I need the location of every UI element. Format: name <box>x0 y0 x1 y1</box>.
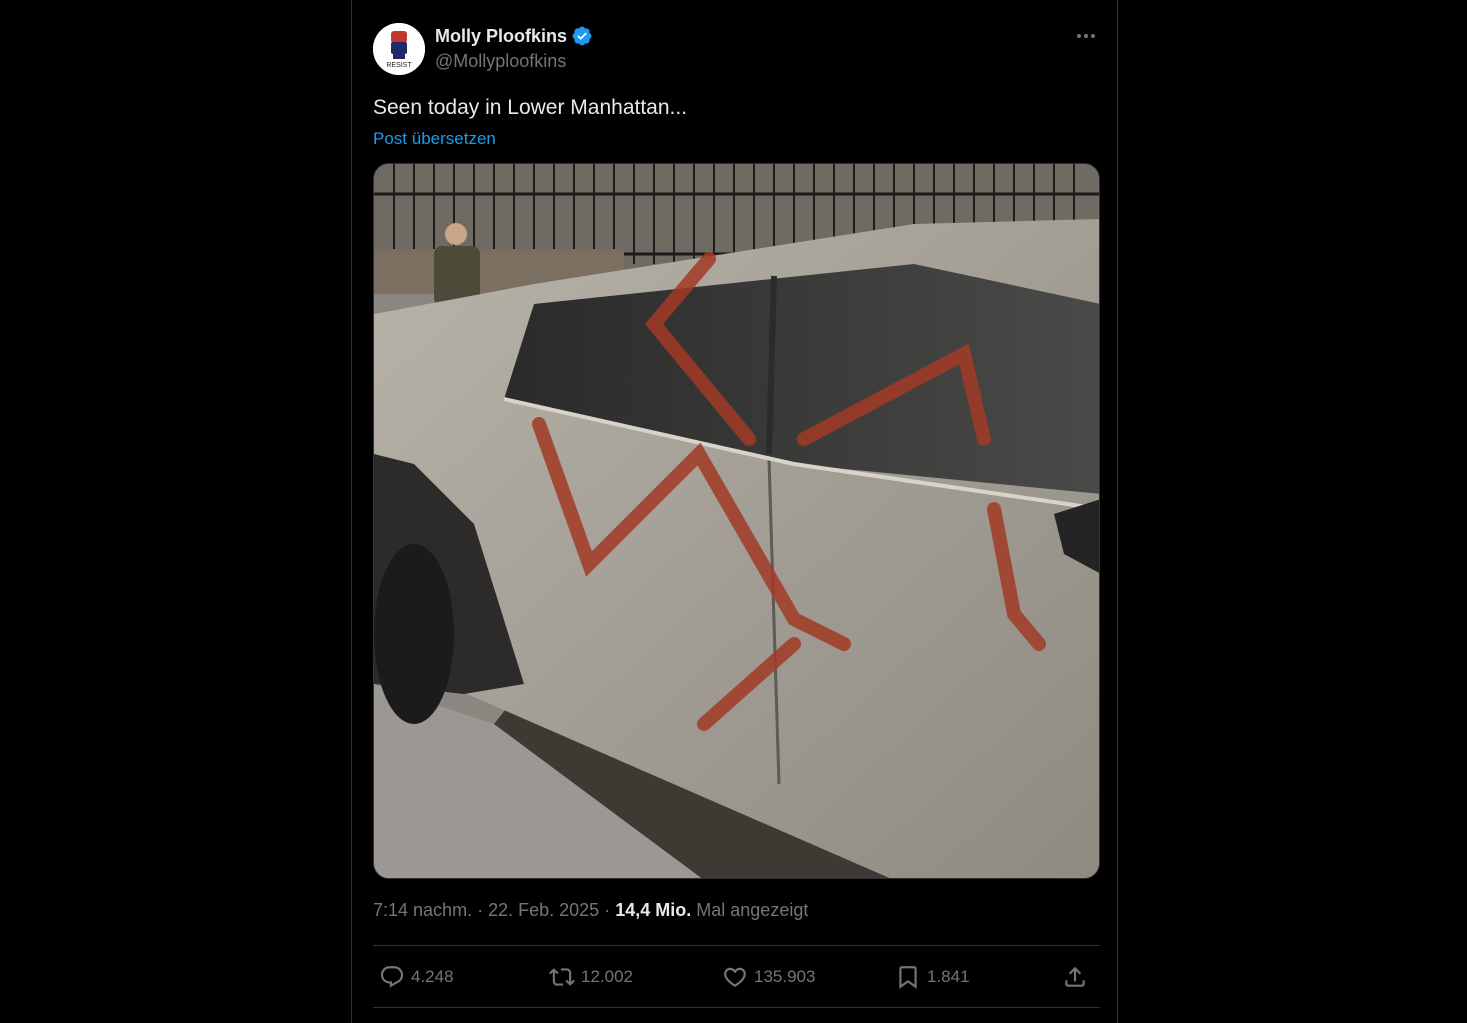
views-count: 14,4 Mio. <box>615 900 692 920</box>
post-actions-bar: 4.248 12.002 135.903 1.841 <box>373 958 1100 996</box>
heart-icon <box>724 967 746 987</box>
author-handle[interactable]: @Mollyploofkins <box>435 51 566 72</box>
bookmark-count: 1.841 <box>927 967 970 986</box>
like-count: 135.903 <box>754 967 816 986</box>
divider <box>373 1007 1100 1008</box>
post-text: Seen today in Lower Manhattan... <box>373 96 688 119</box>
post-date[interactable]: 22. Feb. 2025 <box>488 900 599 920</box>
reply-count: 4.248 <box>411 967 454 986</box>
verified-badge-icon[interactable] <box>571 25 593 47</box>
translate-post-link[interactable]: Post übersetzen <box>373 129 496 149</box>
author-display-name[interactable]: Molly Ploofkins <box>435 26 567 47</box>
post-media-image[interactable] <box>373 163 1100 879</box>
reply-button[interactable]: 4.248 <box>379 958 454 996</box>
repost-icon <box>549 968 575 986</box>
share-icon <box>1065 966 1085 987</box>
more-horizontal-icon[interactable] <box>1074 26 1098 46</box>
meta-separator: · <box>604 900 611 920</box>
views-label: Mal angezeigt <box>696 900 809 920</box>
avatar-text: RESIST <box>386 62 412 69</box>
divider <box>373 945 1100 946</box>
repost-button[interactable]: 12.002 <box>549 958 633 996</box>
cybertruck-photo <box>374 164 1099 878</box>
timeline-column: RESIST Molly Ploofkins @Mollyploofkins S… <box>351 0 1118 1023</box>
like-button[interactable]: 135.903 <box>722 958 815 996</box>
bookmark-icon <box>899 966 917 989</box>
share-button[interactable] <box>1062 958 1094 996</box>
avatar[interactable]: RESIST <box>373 23 425 75</box>
post-time[interactable]: 7:14 nachm. <box>373 900 472 920</box>
resist-fist-icon: RESIST <box>373 23 425 75</box>
repost-count: 12.002 <box>581 967 633 986</box>
bookmark-button[interactable]: 1.841 <box>895 958 970 996</box>
reply-icon <box>380 966 404 988</box>
meta-separator: · <box>477 900 484 920</box>
author-name-row[interactable]: Molly Ploofkins <box>435 24 593 48</box>
post-meta: 7:14 nachm. · 22. Feb. 2025 · 14,4 Mio. … <box>373 900 808 921</box>
